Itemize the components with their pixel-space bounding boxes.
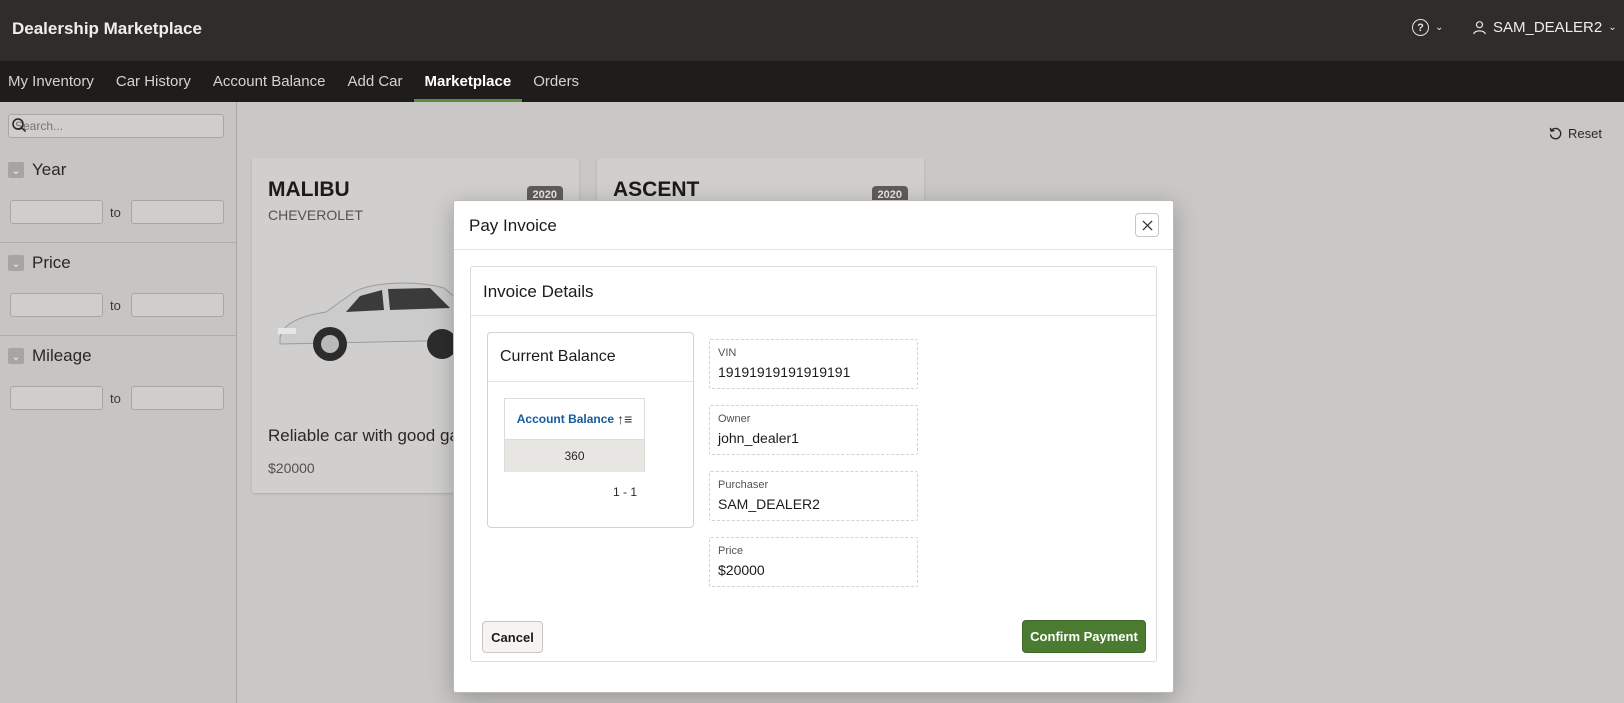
filter-mileage: ⌄ Mileage to [0, 336, 237, 429]
car-price: $20000 [268, 460, 315, 476]
balance-cell: 360 [505, 440, 644, 472]
pay-invoice-dialog: Pay Invoice Invoice Details Current Bala… [453, 200, 1174, 693]
chevron-down-icon: ⌄ [8, 255, 24, 271]
filter-price-toggle[interactable]: ⌄ Price [8, 253, 71, 273]
search-input[interactable] [15, 118, 215, 134]
filter-label: Year [32, 160, 67, 179]
filter-year-toggle[interactable]: ⌄ Year [8, 160, 66, 180]
dialog-title: Pay Invoice [469, 216, 557, 235]
confirm-payment-button[interactable]: Confirm Payment [1022, 620, 1146, 653]
year-max-input[interactable] [131, 200, 224, 224]
vin-field: VIN 19191919191919191 [709, 339, 918, 389]
car-model: MALIBU [268, 178, 350, 201]
username-label: SAM_DEALER2 [1493, 19, 1603, 36]
nav-item-add-car[interactable]: Add Car [336, 61, 413, 102]
pagination-label: 1 - 1 [613, 485, 638, 499]
filter-sidebar: ⌄ Year to ⌄ Price to ⌄ Mileage to [0, 102, 237, 703]
range-separator: to [110, 298, 121, 313]
field-label: Owner [718, 413, 751, 425]
field-value: SAM_DEALER2 [718, 496, 820, 512]
chevron-down-icon: ⌄ [8, 348, 24, 364]
nav-item-marketplace[interactable]: Marketplace [413, 61, 523, 102]
price-max-input[interactable] [131, 293, 224, 317]
nav-item-account-balance[interactable]: Account Balance [202, 61, 337, 102]
purchaser-field: Purchaser SAM_DEALER2 [709, 471, 918, 521]
car-make: CHEVEROLET [268, 207, 363, 223]
current-balance-card: Current Balance Account Balance ↑≡ 360 1… [487, 332, 694, 528]
field-value: john_dealer1 [718, 430, 799, 446]
price-min-input[interactable] [10, 293, 103, 317]
field-value: $20000 [718, 562, 765, 578]
region-title: Invoice Details [483, 282, 594, 301]
divider [488, 381, 693, 382]
chevron-down-icon: ⌄ [1435, 22, 1444, 33]
user-icon [1473, 21, 1486, 35]
main-nav: My Inventory Car History Account Balance… [0, 61, 1624, 102]
column-header-label: Account Balance [516, 412, 615, 426]
filter-mileage-toggle[interactable]: ⌄ Mileage [8, 346, 92, 366]
reset-button[interactable]: Reset [1548, 126, 1602, 141]
account-balance-column-header[interactable]: Account Balance ↑≡ [505, 399, 644, 440]
mileage-min-input[interactable] [10, 386, 103, 410]
help-menu-button[interactable]: ? ⌄ [1412, 19, 1443, 36]
search-icon [12, 118, 27, 133]
mileage-max-input[interactable] [131, 386, 224, 410]
filter-year: ⌄ Year to [0, 150, 237, 243]
invoice-details-region: Invoice Details Current Balance Account … [470, 266, 1157, 662]
reset-label: Reset [1568, 126, 1602, 141]
chevron-down-icon: ⌄ [8, 162, 24, 178]
close-button[interactable] [1135, 213, 1159, 237]
field-label: Price [718, 545, 744, 557]
price-field: Price $20000 [709, 537, 918, 587]
chevron-down-icon: ⌄ [1608, 22, 1617, 33]
range-separator: to [110, 205, 121, 220]
reset-icon [1549, 127, 1562, 140]
app-title[interactable]: Dealership Marketplace [12, 19, 202, 39]
user-menu-button[interactable]: SAM_DEALER2 ⌄ [1472, 19, 1617, 36]
nav-item-car-history[interactable]: Car History [105, 61, 202, 102]
balance-grid: Account Balance ↑≡ 360 [504, 398, 645, 472]
help-circle-icon: ? [1412, 19, 1429, 36]
balance-title: Current Balance [500, 348, 616, 365]
car-model: ASCENT [613, 178, 700, 201]
app-header: Dealership Marketplace ? ⌄ SAM_DEALER2 ⌄ [0, 0, 1624, 61]
field-label: VIN [718, 347, 737, 359]
field-value: 19191919191919191 [718, 364, 851, 380]
divider [454, 249, 1173, 250]
year-min-input[interactable] [10, 200, 103, 224]
close-icon [1141, 219, 1153, 231]
filter-label: Mileage [32, 346, 92, 365]
sort-ascending-icon: ↑≡ [617, 411, 633, 427]
owner-field: Owner john_dealer1 [709, 405, 918, 455]
car-image [278, 282, 473, 361]
search-box [8, 114, 224, 138]
range-separator: to [110, 391, 121, 406]
nav-item-my-inventory[interactable]: My Inventory [0, 61, 105, 102]
filter-label: Price [32, 253, 71, 272]
divider [471, 315, 1156, 316]
nav-item-orders[interactable]: Orders [522, 61, 590, 102]
filter-price: ⌄ Price to [0, 243, 237, 336]
cancel-button[interactable]: Cancel [482, 621, 543, 653]
car-description: Reliable car with good gas [268, 426, 468, 445]
field-label: Purchaser [718, 479, 769, 491]
